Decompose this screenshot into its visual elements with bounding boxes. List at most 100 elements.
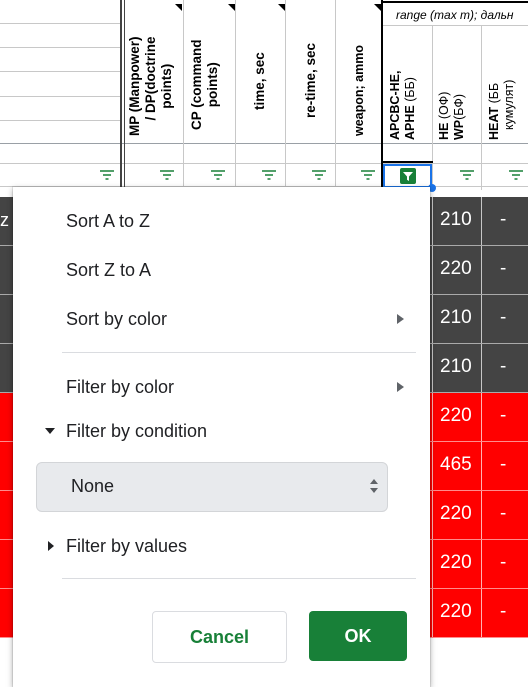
column-header-weapon[interactable]: weapon; ammo xyxy=(351,45,367,136)
cell-apcbc[interactable]: 220 xyxy=(440,552,472,574)
filter-icon[interactable] xyxy=(160,170,174,180)
sort-z-to-a-item[interactable]: Sort Z to A xyxy=(66,260,151,281)
header-line: points) xyxy=(159,63,174,109)
cell-he[interactable]: - xyxy=(500,307,506,329)
menu-divider xyxy=(62,352,416,353)
grid-line xyxy=(0,163,528,164)
grid-line xyxy=(432,26,433,190)
cell-apcbc[interactable]: 465 xyxy=(440,454,472,476)
header-text: WP xyxy=(452,119,466,140)
cell-divider xyxy=(481,540,482,588)
column-header-heat[interactable]: HEAT (ББ кумулят) xyxy=(487,80,517,140)
sort-by-color-item[interactable]: Sort by color xyxy=(66,309,167,330)
cell-he[interactable]: - xyxy=(500,209,506,231)
filter-icon[interactable] xyxy=(460,170,474,180)
filter-icon[interactable] xyxy=(262,170,276,180)
header-text: HEAT xyxy=(487,106,501,140)
cell-he[interactable]: - xyxy=(500,601,506,623)
header-line: time, sec xyxy=(252,52,267,110)
cell-divider xyxy=(432,295,433,343)
header-suffix: (БФ) xyxy=(452,93,466,120)
note-marker xyxy=(374,4,381,11)
cell-divider xyxy=(432,589,433,637)
header-line: HE (ОФ) xyxy=(437,92,452,140)
cell-apcbc[interactable]: 220 xyxy=(440,601,472,623)
cell-he[interactable]: - xyxy=(500,405,506,427)
active-filter-icon[interactable] xyxy=(400,168,416,184)
submenu-arrow-icon xyxy=(397,314,404,324)
header-line: HEAT (ББ xyxy=(487,80,502,140)
cell-he[interactable]: - xyxy=(500,454,506,476)
condition-select-value: None xyxy=(71,476,115,496)
cell-apcbc[interactable]: 220 xyxy=(440,405,472,427)
cell-divider xyxy=(481,589,482,637)
range-header-label: range (max m); дальн xyxy=(396,8,514,22)
column-header-retime[interactable]: re-time, sec xyxy=(303,43,319,118)
cancel-button[interactable]: Cancel xyxy=(152,611,287,663)
header-line: MP (Manpower) xyxy=(127,36,142,136)
note-marker xyxy=(278,4,285,11)
cell-divider xyxy=(481,344,482,392)
filter-icon[interactable] xyxy=(211,170,225,180)
filter-icon[interactable] xyxy=(100,170,114,180)
filter-by-condition-item[interactable]: Filter by condition xyxy=(66,421,207,442)
grid-line xyxy=(0,143,528,144)
column-header-cp[interactable]: CP (command points) xyxy=(189,39,221,130)
column-header-apcbc[interactable]: APCBC-HE, APHE (ББ) xyxy=(388,71,418,140)
ok-button[interactable]: OK xyxy=(309,611,407,661)
filter-menu: Sort A to Z Sort Z to A Sort by color Fi… xyxy=(13,187,430,687)
cell-apcbc[interactable]: 220 xyxy=(440,503,472,525)
cell-he[interactable]: - xyxy=(500,258,506,280)
header-line: points) xyxy=(205,62,220,108)
header-line: кумулят) xyxy=(502,79,516,130)
condition-select[interactable]: None xyxy=(36,462,388,512)
cell-apcbc[interactable]: 210 xyxy=(440,307,472,329)
filter-icon[interactable] xyxy=(361,170,375,180)
cell-apcbc[interactable]: 210 xyxy=(440,356,472,378)
filter-by-color-item[interactable]: Filter by color xyxy=(66,377,174,398)
sort-a-to-z-item[interactable]: Sort A to Z xyxy=(66,211,150,232)
header-suffix: (ОФ) xyxy=(437,91,451,120)
grid-line xyxy=(235,0,236,190)
range-block-border xyxy=(381,161,433,163)
cell-he[interactable]: - xyxy=(500,552,506,574)
filter-by-values-item[interactable]: Filter by values xyxy=(66,536,187,557)
cell-he[interactable]: - xyxy=(500,503,506,525)
caret-down-icon[interactable] xyxy=(45,428,55,434)
select-arrows-icon xyxy=(370,479,378,493)
grid-line xyxy=(0,23,122,24)
grid-line xyxy=(120,0,122,190)
cell-he[interactable]: - xyxy=(500,356,506,378)
filter-icon[interactable] xyxy=(509,170,523,180)
grid-line xyxy=(481,26,482,190)
range-block-border xyxy=(381,1,528,3)
header-line: APCBC-HE, xyxy=(388,70,402,140)
submenu-arrow-icon xyxy=(397,382,404,392)
cell-divider xyxy=(432,393,433,441)
note-marker xyxy=(175,4,182,11)
cell-apcbc[interactable]: 210 xyxy=(440,209,472,231)
cell-apcbc[interactable]: 220 xyxy=(440,258,472,280)
grid-line xyxy=(0,47,122,48)
header-text: HE xyxy=(437,122,451,140)
caret-right-icon[interactable] xyxy=(48,541,54,551)
filter-icon[interactable] xyxy=(312,170,326,180)
column-header-time[interactable]: time, sec xyxy=(252,52,268,110)
column-header-mp[interactable]: MP (Manpower) / DP(doctrine points) xyxy=(127,36,175,136)
cell-divider xyxy=(432,442,433,490)
header-suffix: (ББ xyxy=(487,82,501,104)
grid-line xyxy=(335,0,336,190)
grid-line xyxy=(383,25,528,26)
header-line: WP(БФ) xyxy=(452,92,467,140)
header-line: / DP(doctrine xyxy=(143,36,158,121)
left-cell-fragment: z xyxy=(0,210,9,230)
header-line: CP (command xyxy=(189,39,204,130)
cell-divider xyxy=(432,344,433,392)
active-filter-cell[interactable] xyxy=(383,164,432,188)
header-suffix: (ББ) xyxy=(403,77,417,102)
header-line: APHE (ББ) xyxy=(403,71,418,140)
header-line: weapon; ammo xyxy=(352,45,366,136)
cell-divider xyxy=(481,246,482,294)
column-header-he[interactable]: HE (ОФ) WP(БФ) xyxy=(437,92,467,140)
header-text: APHE xyxy=(403,105,417,140)
